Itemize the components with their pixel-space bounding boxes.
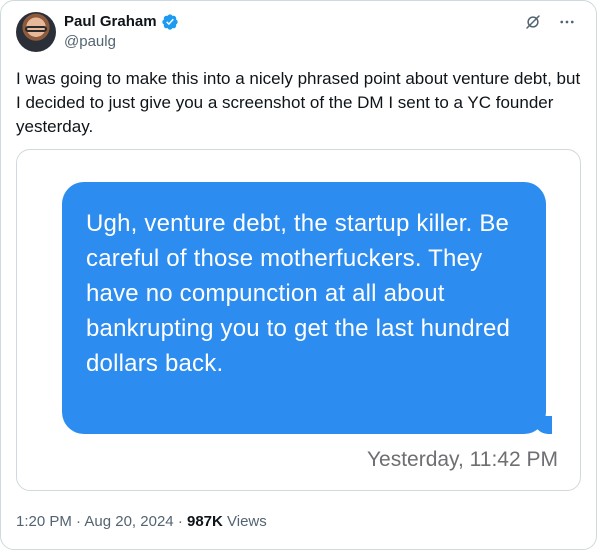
views-label: Views xyxy=(227,513,267,530)
grok-slash-icon[interactable] xyxy=(522,11,544,33)
views-count[interactable]: 987K xyxy=(187,513,223,530)
meta-separator: · xyxy=(177,513,183,530)
avatar-glasses xyxy=(25,26,47,32)
verified-badge-icon[interactable] xyxy=(161,13,179,31)
header-actions xyxy=(522,11,578,33)
meta-separator: · xyxy=(76,513,82,530)
dm-message-bubble: Ugh, venture debt, the startup killer. B… xyxy=(62,182,552,434)
tweet-meta: 1:20 PM · Aug 20, 2024 · 987K Views xyxy=(16,513,267,531)
author-handle[interactable]: @paulg xyxy=(64,33,116,51)
tweet-text: I was going to make this into a nicely p… xyxy=(16,69,581,136)
more-dots-icon[interactable] xyxy=(556,11,578,33)
tweet-card: Paul Graham @paulg I was going to make t… xyxy=(0,0,597,550)
dm-timestamp: Yesterday, 11:42 PM xyxy=(366,448,558,471)
avatar[interactable] xyxy=(16,12,56,52)
dm-screenshot-image[interactable]: Ugh, venture debt, the startup killer. B… xyxy=(16,149,581,491)
tweet-date[interactable]: Aug 20, 2024 xyxy=(84,513,173,530)
author-name[interactable]: Paul Graham xyxy=(64,13,157,31)
dm-message-text: Ugh, venture debt, the startup killer. B… xyxy=(86,210,511,377)
tweet-time[interactable]: 1:20 PM xyxy=(16,513,72,530)
author-name-row: Paul Graham xyxy=(64,13,179,31)
bubble-tail xyxy=(534,416,552,434)
